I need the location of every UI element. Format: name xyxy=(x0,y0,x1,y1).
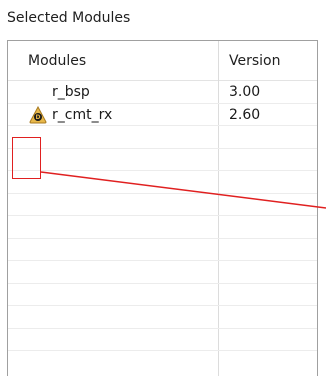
selected-modules-panel: Selected Modules Modules Version r_bsp 3… xyxy=(0,0,326,379)
table-header: Modules Version xyxy=(8,41,317,81)
module-version-cell: 3.00 xyxy=(229,84,261,100)
module-name-cell: r_cmt_rx xyxy=(52,106,113,123)
table-row[interactable] xyxy=(8,329,317,351)
svg-text:D: D xyxy=(36,114,41,121)
table-row[interactable] xyxy=(8,194,317,216)
table-row[interactable] xyxy=(8,284,317,306)
table-row[interactable] xyxy=(8,261,317,284)
module-version-cell: 2.60 xyxy=(229,106,261,123)
table-row[interactable] xyxy=(8,216,317,239)
modules-table[interactable]: Modules Version r_bsp 3.00 D r_cmt_rx 2.… xyxy=(7,40,318,376)
table-row[interactable] xyxy=(8,306,317,329)
table-row[interactable]: r_bsp 3.00 xyxy=(8,81,317,104)
module-name-cell: r_bsp xyxy=(52,84,90,100)
table-row[interactable] xyxy=(8,239,317,261)
download-badge-icon: D xyxy=(29,105,47,124)
table-row[interactable]: D r_cmt_rx 2.60 xyxy=(8,104,317,126)
table-body: r_bsp 3.00 D r_cmt_rx 2.60 xyxy=(8,81,317,351)
annotation-highlight-box xyxy=(12,137,41,179)
table-row[interactable] xyxy=(8,171,317,194)
column-header-version[interactable]: Version xyxy=(229,41,280,81)
column-header-modules[interactable]: Modules xyxy=(28,41,86,81)
table-row[interactable] xyxy=(8,126,317,149)
table-row[interactable] xyxy=(8,149,317,171)
section-title: Selected Modules xyxy=(7,10,131,26)
